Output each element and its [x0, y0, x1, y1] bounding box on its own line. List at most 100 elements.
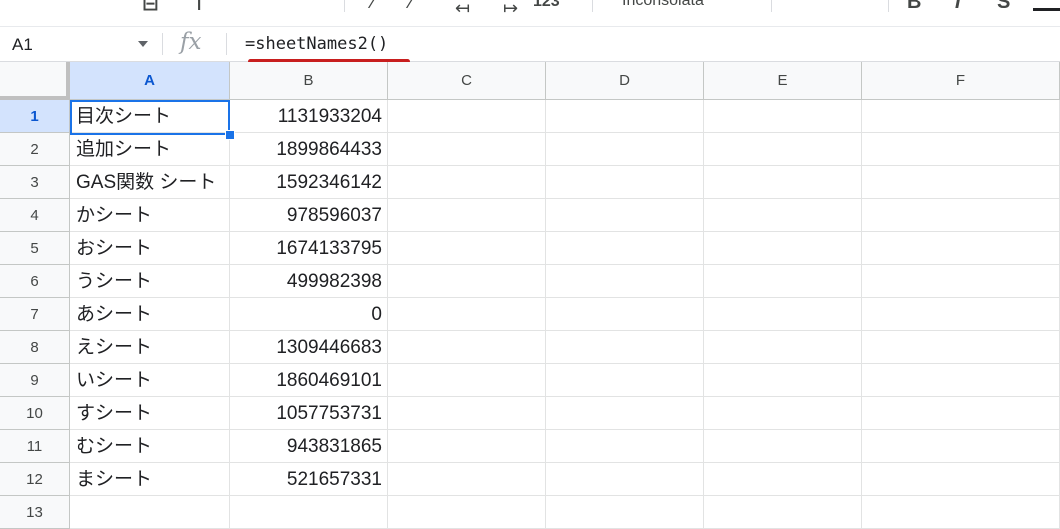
cell-c13[interactable]	[388, 496, 546, 529]
cell-b9[interactable]: 1860469101	[230, 364, 388, 397]
cell-c10[interactable]	[388, 397, 546, 430]
cell-c9[interactable]	[388, 364, 546, 397]
cell-a13[interactable]	[70, 496, 230, 529]
cell-b6[interactable]: 499982398	[230, 265, 388, 298]
cell-b2[interactable]: 1899864433	[230, 133, 388, 166]
cell-b5[interactable]: 1674133795	[230, 232, 388, 265]
fill-handle[interactable]	[225, 130, 235, 140]
cell-f11[interactable]	[862, 430, 1060, 463]
row-header-8[interactable]: 8	[0, 331, 70, 364]
column-header-b[interactable]: B	[230, 62, 388, 100]
cell-f8[interactable]	[862, 331, 1060, 364]
column-header-f[interactable]: F	[862, 62, 1060, 100]
row-header-12[interactable]: 12	[0, 463, 70, 496]
cell-f6[interactable]	[862, 265, 1060, 298]
cell-f12[interactable]	[862, 463, 1060, 496]
cell-a2[interactable]: 追加シート	[70, 133, 230, 166]
cell-a11[interactable]: むシート	[70, 430, 230, 463]
cell-reference[interactable]: A1	[12, 35, 33, 55]
row-header-2[interactable]: 2	[0, 133, 70, 166]
column-header-e[interactable]: E	[704, 62, 862, 100]
cell-f9[interactable]	[862, 364, 1060, 397]
cell-d9[interactable]	[546, 364, 704, 397]
cell-a7[interactable]: あシート	[70, 298, 230, 331]
cell-a10[interactable]: すシート	[70, 397, 230, 430]
cell-e9[interactable]	[704, 364, 862, 397]
italic-button[interactable]: I	[955, 0, 961, 14]
cell-f2[interactable]	[862, 133, 1060, 166]
cell-d2[interactable]	[546, 133, 704, 166]
cell-f1[interactable]	[862, 100, 1060, 133]
cell-b13[interactable]	[230, 496, 388, 529]
cell-e2[interactable]	[704, 133, 862, 166]
cell-a5[interactable]: おシート	[70, 232, 230, 265]
cell-a1[interactable]: 目次シート	[70, 100, 230, 133]
cell-b3[interactable]: 1592346142	[230, 166, 388, 199]
cell-c12[interactable]	[388, 463, 546, 496]
cell-b12[interactable]: 521657331	[230, 463, 388, 496]
row-header-13[interactable]: 13	[0, 496, 70, 529]
cell-c4[interactable]	[388, 199, 546, 232]
cell-b10[interactable]: 1057753731	[230, 397, 388, 430]
cell-a6[interactable]: うシート	[70, 265, 230, 298]
select-all-corner[interactable]	[0, 62, 70, 100]
decrease-decimal-icon[interactable]: ↤	[455, 0, 470, 19]
cell-c5[interactable]	[388, 232, 546, 265]
cell-d1[interactable]	[546, 100, 704, 133]
cell-a8[interactable]: えシート	[70, 331, 230, 364]
cell-e8[interactable]	[704, 331, 862, 364]
cell-e1[interactable]	[704, 100, 862, 133]
cell-c7[interactable]	[388, 298, 546, 331]
cell-e12[interactable]	[704, 463, 862, 496]
row-header-4[interactable]: 4	[0, 199, 70, 232]
cell-d5[interactable]	[546, 232, 704, 265]
cell-d7[interactable]	[546, 298, 704, 331]
row-header-11[interactable]: 11	[0, 430, 70, 463]
cell-f7[interactable]	[862, 298, 1060, 331]
cell-e10[interactable]	[704, 397, 862, 430]
cell-c1[interactable]	[388, 100, 546, 133]
cell-f3[interactable]	[862, 166, 1060, 199]
increase-decimal-icon[interactable]: ↦	[503, 0, 518, 19]
bold-button[interactable]: B	[907, 0, 921, 14]
more-formats-button[interactable]: 123	[533, 0, 560, 11]
cell-e4[interactable]	[704, 199, 862, 232]
cell-b4[interactable]: 978596037	[230, 199, 388, 232]
cell-e6[interactable]	[704, 265, 862, 298]
cell-f4[interactable]	[862, 199, 1060, 232]
cell-d8[interactable]	[546, 331, 704, 364]
cell-d13[interactable]	[546, 496, 704, 529]
cell-b11[interactable]: 943831865	[230, 430, 388, 463]
cell-a12[interactable]: まシート	[70, 463, 230, 496]
row-header-3[interactable]: 3	[0, 166, 70, 199]
zoom-icon[interactable]: ⊤	[190, 0, 208, 16]
cell-e13[interactable]	[704, 496, 862, 529]
cell-c6[interactable]	[388, 265, 546, 298]
cell-d12[interactable]	[546, 463, 704, 496]
cell-d3[interactable]	[546, 166, 704, 199]
cell-d10[interactable]	[546, 397, 704, 430]
cell-d6[interactable]	[546, 265, 704, 298]
name-box[interactable]: A1	[0, 27, 160, 61]
row-header-6[interactable]: 6	[0, 265, 70, 298]
row-header-10[interactable]: 10	[0, 397, 70, 430]
column-header-a[interactable]: A	[70, 62, 230, 100]
text-color-bar[interactable]	[1033, 8, 1060, 11]
row-header-1[interactable]: 1	[0, 100, 70, 133]
currency-icon[interactable]: ⁄	[372, 0, 375, 14]
cell-c2[interactable]	[388, 133, 546, 166]
cell-f5[interactable]	[862, 232, 1060, 265]
cell-a4[interactable]: かシート	[70, 199, 230, 232]
cell-d4[interactable]	[546, 199, 704, 232]
cell-b8[interactable]: 1309446683	[230, 331, 388, 364]
row-header-9[interactable]: 9	[0, 364, 70, 397]
row-header-5[interactable]: 5	[0, 232, 70, 265]
cell-c11[interactable]	[388, 430, 546, 463]
cell-a3[interactable]: GAS関数 シート	[70, 166, 230, 199]
column-header-d[interactable]: D	[546, 62, 704, 100]
cell-a9[interactable]: いシート	[70, 364, 230, 397]
chevron-down-icon[interactable]	[138, 41, 148, 47]
cell-b7[interactable]: 0	[230, 298, 388, 331]
cell-e5[interactable]	[704, 232, 862, 265]
percent-icon[interactable]: ⁄	[410, 0, 413, 14]
